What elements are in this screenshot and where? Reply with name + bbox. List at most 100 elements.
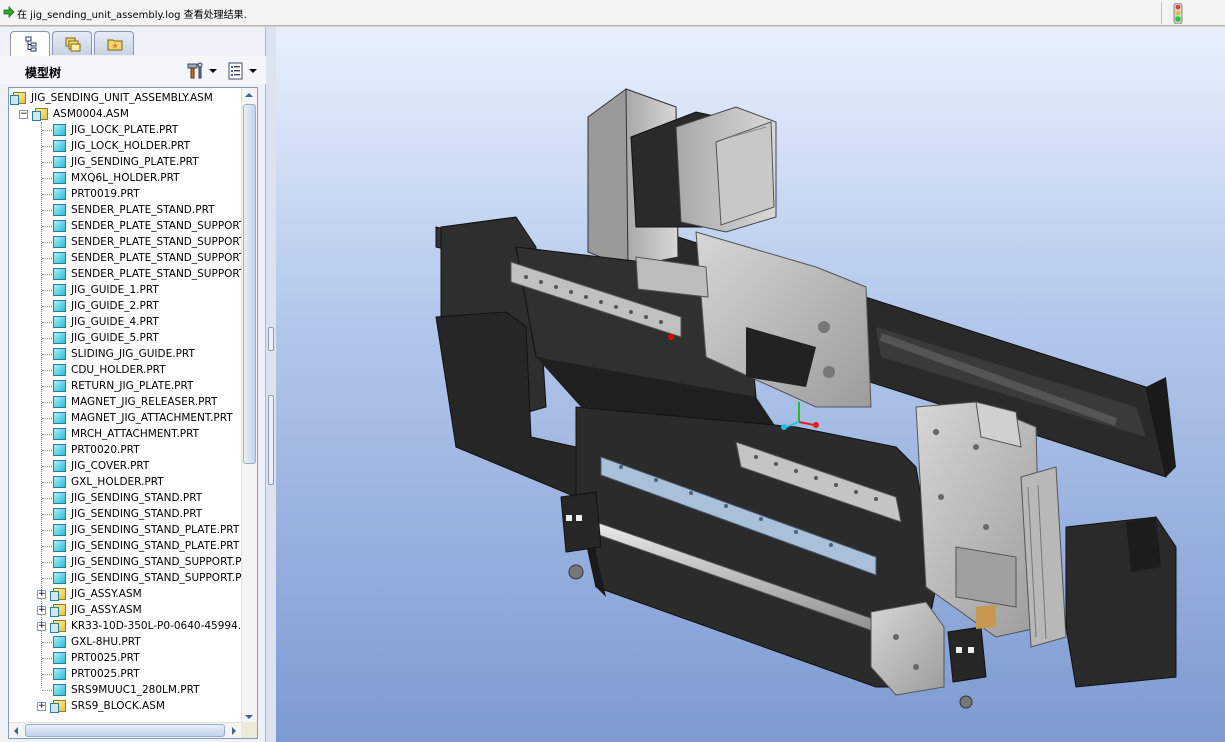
tree-node-part[interactable]: GXL_HOLDER.PRT — [53, 474, 241, 490]
tree-node-label: SRS9_BLOCK.ASM — [71, 700, 165, 712]
tree-node-part[interactable]: JIG_LOCK_PLATE.PRT — [53, 122, 241, 138]
tree-node-part[interactable]: SLIDING_JIG_GUIDE.PRT — [53, 346, 241, 362]
tree-guide-line — [42, 674, 52, 675]
scroll-thumb[interactable] — [243, 104, 256, 464]
tree-guide-line — [42, 274, 52, 275]
part-icon — [53, 268, 66, 280]
collapse-toggle[interactable]: − — [19, 110, 28, 119]
tab-model-tree[interactable] — [10, 31, 50, 56]
graphics-window[interactable] — [276, 27, 1225, 742]
tree-node-label: MRCH_ATTACHMENT.PRT — [71, 428, 200, 440]
horizontal-scrollbar[interactable] — [9, 722, 241, 738]
scroll-corner — [241, 722, 257, 738]
tree-node-assembly[interactable]: JIG_ASSY.ASM — [50, 602, 241, 618]
tree-node-part[interactable]: JIG_SENDING_STAND_SUPPORT.P — [53, 554, 241, 570]
tree-node-part[interactable]: GXL-8HU.PRT — [53, 634, 241, 650]
scroll-right-arrow-icon[interactable] — [232, 727, 236, 735]
tree-node-part[interactable]: PRT0025.PRT — [53, 650, 241, 666]
tree-node-label: GXL_HOLDER.PRT — [71, 476, 164, 488]
tree-settings-button[interactable] — [187, 61, 221, 81]
tree-node-sub-asm[interactable]: ASM0004.ASM — [32, 106, 241, 122]
vertical-scrollbar[interactable] — [241, 88, 257, 724]
tree-guide-line — [42, 498, 52, 499]
tab-folder-browser[interactable] — [52, 31, 92, 55]
tree-filters-button[interactable] — [227, 61, 261, 81]
tree-node-part[interactable]: JIG_GUIDE_2.PRT — [53, 298, 241, 314]
tree-node-part[interactable]: PRT0019.PRT — [53, 186, 241, 202]
tree-node-assembly[interactable]: JIG_ASSY.ASM — [50, 586, 241, 602]
tree-node-label: SRS9MUUC1_280LM.PRT — [71, 684, 200, 696]
traffic-light-icon[interactable] — [1172, 3, 1184, 24]
tree-node-part[interactable]: JIG_SENDING_STAND_PLATE.PRT — [53, 522, 241, 538]
tree-node-label: SENDER_PLATE_STAND_SUPPORT — [71, 220, 241, 232]
expand-toggle[interactable]: + — [37, 590, 46, 599]
tree-guide-line — [42, 322, 52, 323]
tree-node-part[interactable]: JIG_GUIDE_1.PRT — [53, 282, 241, 298]
part-icon — [53, 156, 66, 168]
tree-guide-line — [42, 370, 52, 371]
tree-node-part[interactable]: JIG_SENDING_STAND_PLATE.PRT — [53, 538, 241, 554]
tree-guide-line — [42, 642, 52, 643]
tree-guide-line — [42, 450, 52, 451]
part-icon — [53, 172, 66, 184]
tree-guide-line — [42, 578, 52, 579]
tree-filters-icon — [228, 62, 243, 80]
part-icon — [53, 508, 66, 520]
part-icon — [53, 476, 66, 488]
tree-node-assembly[interactable]: KR33-10D-350L-P0-0640-45994.AS — [50, 618, 241, 634]
bottom-block — [870, 601, 996, 709]
scroll-down-arrow-icon[interactable] — [245, 715, 253, 719]
tree-node-part[interactable]: PRT0020.PRT — [53, 442, 241, 458]
splitter-handle[interactable] — [268, 327, 274, 351]
tree-node-part[interactable]: PRT0025.PRT — [53, 666, 241, 682]
panel-splitter[interactable] — [266, 27, 276, 742]
tree-node-part[interactable]: CDU_HOLDER.PRT — [53, 362, 241, 378]
tree-node-part[interactable]: MRCH_ATTACHMENT.PRT — [53, 426, 241, 442]
tree-node-label: JIG_GUIDE_4.PRT — [71, 316, 159, 328]
tree-guide-line — [42, 146, 52, 147]
tree-node-part[interactable]: SENDER_PLATE_STAND_SUPPORT — [53, 234, 241, 250]
tree-node-part[interactable]: JIG_SENDING_STAND_SUPPORT.P — [53, 570, 241, 586]
tree-node-label: JIG_GUIDE_5.PRT — [71, 332, 159, 344]
tree-node-part[interactable]: MAGNET_JIG_RELEASER.PRT — [53, 394, 241, 410]
tree-node-label: JIG_SENDING_STAND_PLATE.PRT — [71, 540, 240, 552]
tree-guide-line — [42, 338, 52, 339]
part-icon — [53, 284, 66, 296]
tree-guide-line — [42, 354, 52, 355]
tree-node-assembly[interactable]: SRS9_BLOCK.ASM — [50, 698, 241, 714]
tree-node-root[interactable]: JIG_SENDING_UNIT_ASSEMBLY.ASM — [10, 90, 241, 106]
scroll-up-arrow-icon[interactable] — [245, 93, 253, 97]
tree-node-part[interactable]: SENDER_PLATE_STAND_SUPPORT — [53, 218, 241, 234]
tree-node-part[interactable]: JIG_GUIDE_5.PRT — [53, 330, 241, 346]
tree-guide-line — [42, 434, 52, 435]
tree-node-part[interactable]: MAGNET_JIG_ATTACHMENT.PRT — [53, 410, 241, 426]
splitter-handle[interactable] — [268, 395, 274, 485]
expand-toggle[interactable]: + — [37, 702, 46, 711]
tree-node-label: GXL-8HU.PRT — [71, 636, 141, 648]
tree-node-part[interactable]: SRS9MUUC1_280LM.PRT — [53, 682, 241, 698]
tree-node-part[interactable]: SENDER_PLATE_STAND_SUPPORT — [53, 266, 241, 282]
tree-node-part[interactable]: JIG_COVER.PRT — [53, 458, 241, 474]
tree-node-part[interactable]: JIG_GUIDE_4.PRT — [53, 314, 241, 330]
tree-node-part[interactable]: JIG_SENDING_PLATE.PRT — [53, 154, 241, 170]
tab-favorites[interactable] — [94, 31, 134, 55]
tree-node-label: CDU_HOLDER.PRT — [71, 364, 166, 376]
scroll-thumb-horizontal[interactable] — [25, 724, 225, 737]
tree-node-part[interactable]: JIG_LOCK_HOLDER.PRT — [53, 138, 241, 154]
tree-node-part[interactable]: SENDER_PLATE_STAND.PRT — [53, 202, 241, 218]
tree-node-part[interactable]: JIG_SENDING_STAND.PRT — [53, 490, 241, 506]
tree-node-part[interactable]: SENDER_PLATE_STAND_SUPPORT — [53, 250, 241, 266]
tree-node-part[interactable]: JIG_SENDING_STAND.PRT — [53, 506, 241, 522]
expand-toggle[interactable]: + — [37, 622, 46, 631]
tree-guide-line — [42, 514, 52, 515]
tree-guide-line — [42, 130, 52, 131]
tree-node-part[interactable]: MXQ6L_HOLDER.PRT — [53, 170, 241, 186]
status-message: 在 jig_sending_unit_assembly.log 查看处理结果. — [17, 10, 247, 21]
tree-node-label: JIG_LOCK_HOLDER.PRT — [71, 140, 191, 152]
scroll-left-arrow-icon[interactable] — [14, 727, 18, 735]
3d-model-view[interactable] — [276, 27, 1225, 742]
expand-toggle[interactable]: + — [37, 606, 46, 615]
tree-node-part[interactable]: RETURN_JIG_PLATE.PRT — [53, 378, 241, 394]
tree-node-label: SENDER_PLATE_STAND_SUPPORT — [71, 252, 241, 264]
tree-node-label: MXQ6L_HOLDER.PRT — [71, 172, 180, 184]
